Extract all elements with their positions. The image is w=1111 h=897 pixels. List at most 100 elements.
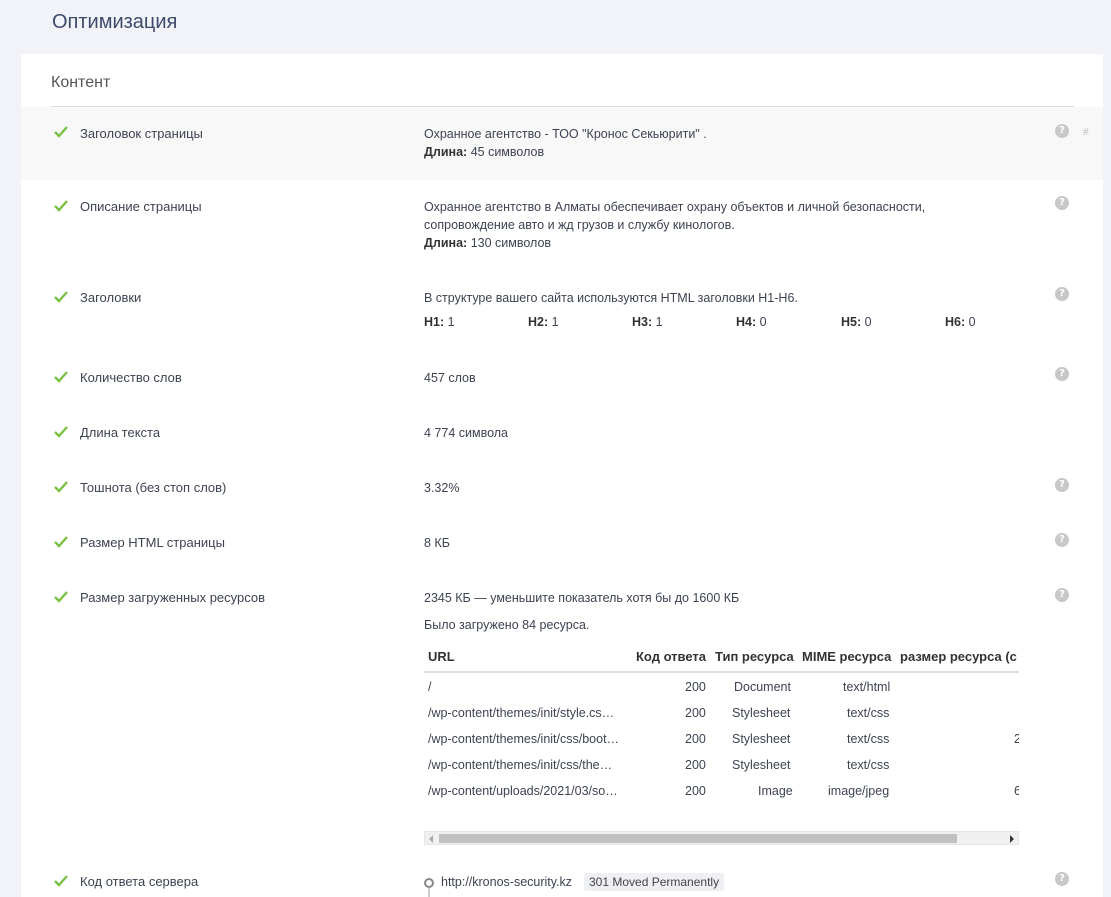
table-row: /wp-content/themes/init/css/boot… 200 St… <box>424 727 1019 753</box>
check-icon <box>54 481 68 493</box>
row-label: Код ответа сервера <box>80 874 199 889</box>
cell-url: / <box>428 680 432 694</box>
cell-type: Image <box>758 784 793 798</box>
page-title: Оптимизация <box>52 11 178 33</box>
help-icon[interactable]: ? <box>1055 196 1069 210</box>
length-label: Длина: <box>424 145 468 159</box>
headings-value: В структуре вашего сайта используются HT… <box>424 291 798 305</box>
row-label: Длина текста <box>80 425 161 440</box>
help-icon[interactable]: ? <box>1055 367 1069 381</box>
scroll-right-arrow-icon[interactable] <box>1010 835 1014 843</box>
check-icon <box>54 591 68 603</box>
cell-url: /wp-content/themes/init/style.cs… <box>428 706 615 720</box>
resources-loaded-count: Было загружено 84 ресурса. <box>424 618 590 632</box>
timeline-dot-icon <box>424 878 434 888</box>
anchor-hash-icon[interactable]: # <box>1083 127 1089 138</box>
help-icon[interactable]: ? <box>1055 287 1069 301</box>
cell-mime: image/jpeg <box>828 784 890 798</box>
check-icon <box>54 291 68 303</box>
row-label: Заголовки <box>80 290 142 305</box>
cell-type: Stylesheet <box>732 706 791 720</box>
column-header-type[interactable]: Тип ресурса <box>715 649 794 664</box>
cell-type: Document <box>734 680 791 694</box>
cell-size: 2 <box>1014 732 1019 746</box>
check-icon <box>54 875 68 887</box>
length-value: 130 символов <box>470 236 552 250</box>
row-nausea: Тошнота (без стоп слов) 3.32% ? <box>21 461 1103 516</box>
cell-url: /wp-content/uploads/2021/03/so… <box>428 784 618 798</box>
nausea-value: 3.32% <box>424 481 460 495</box>
row-label: Заголовок страницы <box>80 126 203 141</box>
check-icon <box>54 426 68 438</box>
help-icon[interactable]: ? <box>1055 533 1069 547</box>
row-word-count: Количество слов 457 слов ? <box>21 351 1103 406</box>
length-value: 45 символов <box>470 145 545 159</box>
heading-count: H3: 1 <box>632 315 663 329</box>
cell-code: 200 <box>685 784 706 798</box>
section-title: Контент <box>51 74 111 91</box>
row-headings: Заголовки В структуре вашего сайта испол… <box>21 271 1103 351</box>
resources-table: URL Код ответа Тип ресурса MIME ресурса … <box>424 639 1019 869</box>
row-loaded-resources: Размер загруженных ресурсов 2345 КБ — ум… <box>21 571 1103 861</box>
resources-size-value: 2345 КБ — уменьшите показатель хотя бы д… <box>424 591 740 605</box>
scrollbar-thumb[interactable] <box>439 834 957 843</box>
table-horizontal-scrollbar[interactable] <box>424 831 1019 845</box>
heading-counts: H1: 1 H2: 1 H3: 1 H4: 0 H5: 0 H6: 0 <box>424 315 1024 333</box>
scroll-left-arrow-icon[interactable] <box>429 835 433 843</box>
cell-mime: text/css <box>847 732 890 746</box>
help-icon[interactable]: ? <box>1055 124 1069 138</box>
table-row: /wp-content/themes/init/style.cs… 200 St… <box>424 701 1019 727</box>
table-row: / 200 Document text/html <box>424 675 1019 701</box>
cell-url: /wp-content/themes/init/css/boot… <box>428 732 620 746</box>
cell-code: 200 <box>685 706 706 720</box>
heading-count: H5: 0 <box>841 315 872 329</box>
check-icon <box>54 536 68 548</box>
cell-type: Stylesheet <box>732 758 791 772</box>
column-header-url[interactable]: URL <box>428 649 455 664</box>
check-icon <box>54 200 68 212</box>
html-size-value: 8 КБ <box>424 536 450 550</box>
column-header-code[interactable]: Код ответа <box>636 649 706 664</box>
page-title-value: Охранное агентство - ТОО "Кронос Секьюри… <box>424 127 707 141</box>
row-label: Размер HTML страницы <box>80 535 225 550</box>
content-card: Контент Заголовок страницы Охранное аген… <box>21 54 1103 897</box>
help-icon[interactable]: ? <box>1055 872 1069 886</box>
check-icon <box>54 126 68 138</box>
cell-mime: text/css <box>847 758 890 772</box>
cell-size: 6 <box>1014 784 1019 798</box>
heading-count: H6: 0 <box>945 315 976 329</box>
row-label: Количество слов <box>80 370 182 385</box>
row-label: Размер загруженных ресурсов <box>80 590 266 605</box>
row-page-title: Заголовок страницы Охранное агентство - … <box>21 107 1103 180</box>
column-header-size[interactable]: размер ресурса (с <box>900 649 1017 664</box>
cell-code: 200 <box>685 680 706 694</box>
cell-type: Stylesheet <box>732 732 791 746</box>
heading-count: H1: 1 <box>424 315 455 329</box>
column-header-mime[interactable]: MIME ресурса <box>802 649 891 664</box>
text-length-value: 4 774 символа <box>424 426 509 440</box>
row-html-size: Размер HTML страницы 8 КБ ? <box>21 516 1103 571</box>
cell-mime: text/html <box>843 680 891 694</box>
table-row: /wp-content/themes/init/css/the… 200 Sty… <box>424 753 1019 779</box>
row-label: Тошнота (без стоп слов) <box>80 480 227 495</box>
word-count-value: 457 слов <box>424 371 476 385</box>
help-icon[interactable]: ? <box>1055 588 1069 602</box>
table-header: URL Код ответа Тип ресурса MIME ресурса … <box>424 639 1019 673</box>
cell-mime: text/css <box>847 706 890 720</box>
cell-code: 200 <box>685 758 706 772</box>
page-description-value: Охранное агентство в Алматы обеспечивает… <box>424 200 926 232</box>
row-label: Описание страницы <box>80 199 202 214</box>
row-page-description: Описание страницы Охранное агентство в А… <box>21 180 1103 271</box>
check-icon <box>54 371 68 383</box>
length-label: Длина: <box>424 236 468 250</box>
cell-url: /wp-content/themes/init/css/the… <box>428 758 613 772</box>
cell-code: 200 <box>685 732 706 746</box>
redirect-url[interactable]: http://kronos-security.kz <box>441 875 572 889</box>
row-text-length: Длина текста 4 774 символа <box>21 406 1103 461</box>
status-badge: 301 Moved Permanently <box>584 873 725 891</box>
timeline-line <box>428 888 430 897</box>
help-icon[interactable]: ? <box>1055 478 1069 492</box>
table-row: /wp-content/uploads/2021/03/so… 200 Imag… <box>424 779 1019 805</box>
heading-count: H4: 0 <box>736 315 767 329</box>
heading-count: H2: 1 <box>528 315 559 329</box>
